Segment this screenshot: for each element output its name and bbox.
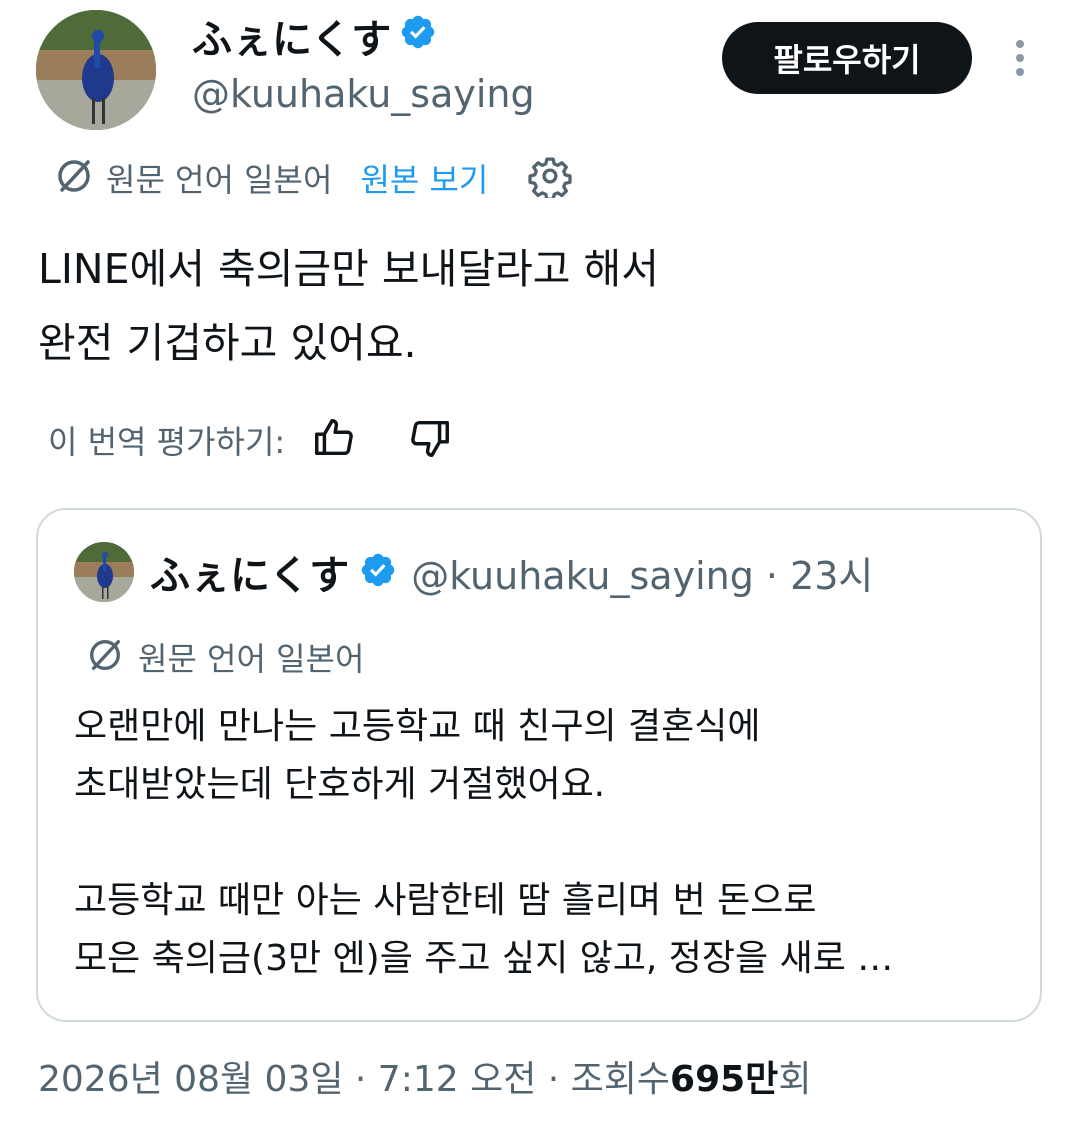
verified-badge-icon [399, 12, 437, 64]
tweet-text-line: 완전 기겁하고 있어요. [38, 319, 417, 367]
quoted-translation-bar: 원문 언어 일본어 [86, 634, 364, 680]
author-display-name[interactable]: ふぇにくす [192, 14, 437, 66]
follow-button[interactable]: 팔로우하기 [722, 22, 972, 94]
thumbs-down-icon[interactable] [407, 415, 453, 465]
translate-icon [86, 636, 124, 678]
quoted-text-line: 오랜만에 만나는 고등학교 때 친구의 결혼식에 [74, 706, 761, 747]
tweet-text: LINE에서 축의금만 보내달라고 해서 완전 기겁하고 있어요. [38, 232, 1038, 380]
thumbs-up-icon[interactable] [311, 415, 357, 465]
view-count-suffix: 회 [778, 1059, 812, 1100]
author-avatar[interactable] [36, 10, 156, 130]
display-name-text: ふぇにくす [192, 17, 392, 63]
translation-bar: 원문 언어 일본어 원본 보기 [54, 152, 573, 204]
quoted-tweet-header: ふぇにくす @kuuhaku_saying · 23시 [150, 546, 874, 599]
tweet-text-line: LINE에서 축의금만 보내달라고 해서 [38, 245, 659, 293]
translation-source-label: 원문 언어 일본어 [106, 161, 333, 199]
peacock-photo [74, 542, 134, 602]
verified-badge-icon [359, 551, 397, 593]
rate-translation-bar: 이 번역 평가하기: [48, 412, 453, 468]
quoted-text-line: 초대받았는데 단호하게 거절했어요. [74, 764, 606, 805]
quoted-tweet-card[interactable]: ふぇにくす @kuuhaku_saying · 23시 원문 언어 일본어 오랜… [36, 508, 1042, 1022]
peacock-photo [36, 10, 156, 130]
tweet-timestamp[interactable]: 2026년 08월 03일 · 7:12 오전 · 조회수 [38, 1050, 670, 1102]
quoted-text-line [74, 814, 893, 872]
more-options-icon[interactable] [1004, 36, 1036, 80]
quoted-handle-time: @kuuhaku_saying · 23시 [411, 553, 874, 598]
quoted-tweet-text: 오랜만에 만나는 고등학교 때 친구의 결혼식에 초대받았는데 단호하게 거절했… [74, 698, 893, 988]
gear-icon[interactable] [528, 154, 573, 202]
quoted-text-line: 모은 축의금(3만 엔)을 주고 싶지 않고, 정장을 새로 … [74, 938, 894, 979]
quoted-text-line: 고등학교 때만 아는 사람한테 땀 흘리며 번 돈으로 [74, 880, 817, 921]
rate-translation-label: 이 번역 평가하기: [48, 423, 286, 461]
view-original-link[interactable]: 원본 보기 [360, 155, 488, 201]
quoted-author-avatar [74, 542, 134, 602]
author-handle[interactable]: @kuuhaku_saying [192, 70, 535, 118]
tweet-meta: 2026년 08월 03일 · 7:12 오전 · 조회수 695만 회 [38, 1050, 811, 1102]
quoted-author-name: ふぇにくす [150, 553, 350, 599]
view-count: 695만 [670, 1059, 779, 1100]
quoted-translation-label: 원문 언어 일본어 [138, 640, 365, 678]
translate-icon [54, 156, 94, 200]
